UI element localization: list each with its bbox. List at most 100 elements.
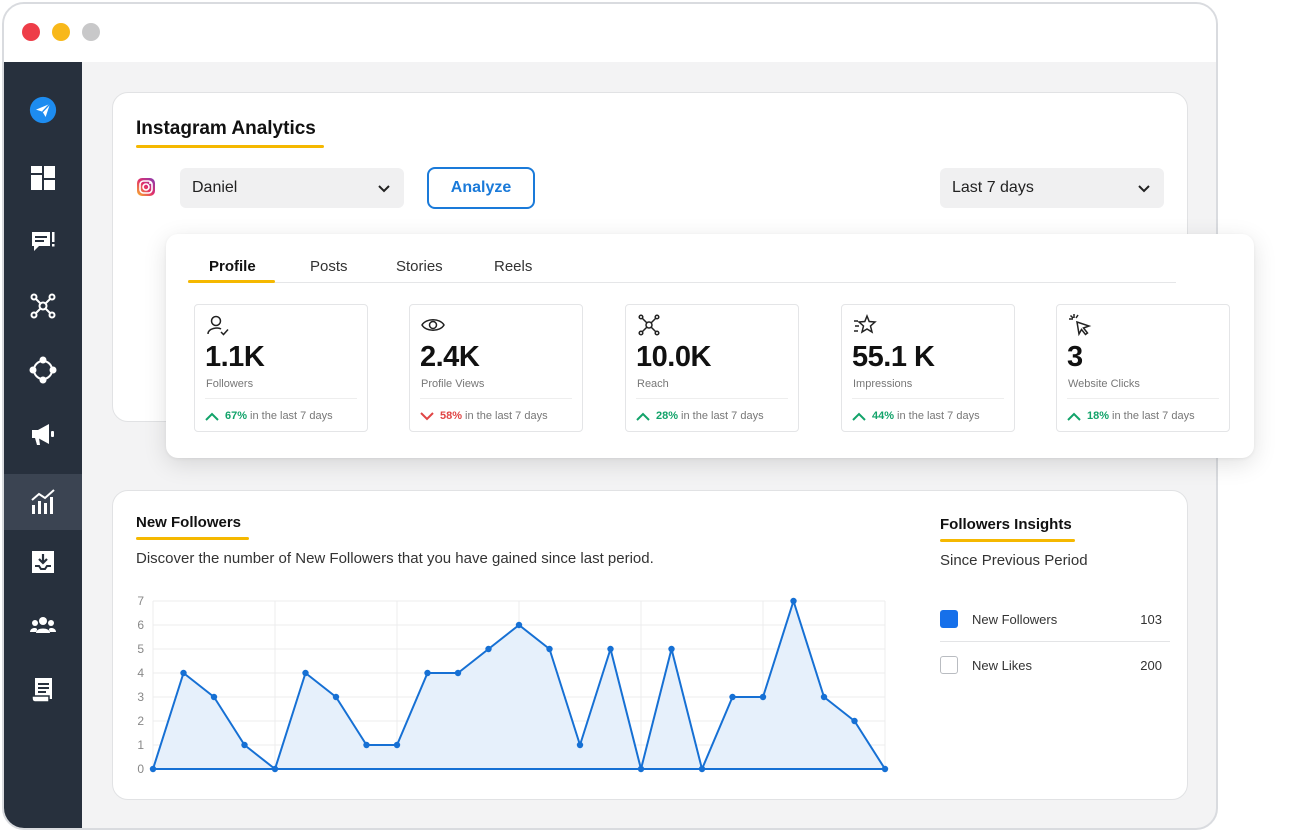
chevron-down-icon <box>1138 185 1150 193</box>
metrics-panel: Profile Posts Stories Reels 1.1K Followe… <box>166 234 1254 458</box>
data-point <box>576 741 584 749</box>
metric-divider <box>1067 398 1219 399</box>
data-point <box>820 693 828 701</box>
legend-item-new-likes[interactable]: New Likes 200 <box>940 653 1170 677</box>
data-point <box>607 645 614 653</box>
sidebar-item-team[interactable] <box>4 598 82 654</box>
metric-label: Website Clicks <box>1068 378 1140 390</box>
legend-item-new-followers[interactable]: New Followers 103 <box>940 607 1170 631</box>
legend-checkbox-checked[interactable] <box>940 610 958 628</box>
megaphone-icon <box>32 424 54 445</box>
data-point <box>241 741 248 749</box>
metric-value: 3 <box>1067 341 1083 373</box>
data-point <box>424 669 431 677</box>
data-point <box>851 717 858 725</box>
sidebar-item-analytics[interactable] <box>4 474 82 530</box>
dashboard-grid-icon <box>31 166 55 190</box>
y-tick-label: 4 <box>137 666 144 680</box>
tab-posts[interactable]: Posts <box>310 258 348 275</box>
metric-card-followers[interactable]: 1.1K Followers 67% in the last 7 days <box>194 304 368 432</box>
data-point <box>393 741 401 749</box>
data-point <box>637 765 645 773</box>
metric-card-profile-views[interactable]: 2.4K Profile Views 58% in the last 7 day… <box>409 304 583 432</box>
minimize-window-button[interactable] <box>52 23 70 41</box>
metric-label: Profile Views <box>421 378 485 390</box>
metric-divider <box>420 398 572 399</box>
sidebar-item-home[interactable] <box>4 82 82 138</box>
metric-divider <box>636 398 788 399</box>
legend-value: 200 <box>1140 657 1162 673</box>
user-check-icon <box>207 315 229 336</box>
maximize-window-button[interactable] <box>82 23 100 41</box>
report-document-icon <box>31 678 52 703</box>
metric-label: Impressions <box>853 378 913 390</box>
sidebar-item-campaigns[interactable] <box>4 406 82 462</box>
data-point <box>881 765 889 773</box>
legend-divider <box>940 641 1170 642</box>
sidebar-item-network[interactable] <box>4 278 82 334</box>
sidebar <box>4 62 82 828</box>
metric-divider <box>852 398 1004 399</box>
tab-stories[interactable]: Stories <box>396 258 443 275</box>
data-point <box>454 669 462 677</box>
insights-subtitle: Since Previous Period <box>940 552 1088 569</box>
metric-change-period: in the last 7 days <box>681 410 764 422</box>
workflow-nodes-icon <box>29 356 57 384</box>
close-window-button[interactable] <box>22 23 40 41</box>
metric-change: 28% in the last 7 days <box>636 410 764 422</box>
y-tick-label: 0 <box>137 762 144 776</box>
metric-card-impressions[interactable]: 55.1 K Impressions 44% in the last 7 day… <box>841 304 1015 432</box>
analytics-chart-icon <box>31 489 55 514</box>
sidebar-item-downloads[interactable] <box>4 534 82 590</box>
new-followers-underline <box>136 537 249 540</box>
chat-message-icon <box>32 232 55 251</box>
sidebar-item-dashboard[interactable] <box>4 150 82 206</box>
metric-value: 1.1K <box>205 341 265 373</box>
account-select[interactable]: Daniel <box>180 168 404 208</box>
reach-nodes-icon <box>638 314 660 336</box>
metric-change-percent: 28% <box>656 410 679 422</box>
data-point <box>180 669 187 677</box>
data-point <box>149 765 157 773</box>
metric-change-period: in the last 7 days <box>250 410 333 422</box>
cursor-click-icon <box>1069 314 1092 337</box>
sidebar-item-messages[interactable] <box>4 214 82 270</box>
metric-change-period: in the last 7 days <box>465 410 548 422</box>
sidebar-item-workflow[interactable] <box>4 342 82 398</box>
star-sparkle-icon <box>854 313 877 334</box>
analyze-button[interactable]: Analyze <box>427 167 535 209</box>
data-point <box>271 765 279 773</box>
sidebar-item-reports[interactable] <box>4 662 82 718</box>
data-point <box>759 693 767 701</box>
data-point <box>729 693 736 701</box>
legend-value: 103 <box>1140 611 1162 627</box>
trend-up-icon <box>852 412 866 421</box>
tab-profile[interactable]: Profile <box>209 258 256 275</box>
new-followers-title: New Followers <box>136 514 242 531</box>
new-followers-description: Discover the number of New Followers tha… <box>136 550 654 567</box>
metric-divider <box>205 398 357 399</box>
instagram-icon <box>137 178 155 196</box>
team-users-icon <box>30 617 56 633</box>
metric-card-website-clicks[interactable]: 3 Website Clicks 18% in the last 7 days <box>1056 304 1230 432</box>
metric-change-percent: 67% <box>225 410 248 422</box>
metric-value: 55.1 K <box>852 341 935 373</box>
tab-reels[interactable]: Reels <box>494 258 532 275</box>
period-select[interactable]: Last 7 days <box>940 168 1164 208</box>
data-point <box>363 741 370 749</box>
analytics-title: Instagram Analytics <box>136 118 316 139</box>
metric-change-period: in the last 7 days <box>1112 410 1195 422</box>
data-point <box>485 645 492 653</box>
tabs-divider <box>188 282 1176 283</box>
new-followers-chart: 0 1 2 3 4 5 6 7 <box>137 594 889 776</box>
trend-up-icon <box>205 412 219 421</box>
chevron-down-icon <box>378 185 390 193</box>
network-hub-icon <box>30 293 56 319</box>
legend-checkbox-unchecked[interactable] <box>940 656 958 674</box>
insights-underline <box>940 539 1075 542</box>
data-point <box>210 693 218 701</box>
period-select-value: Last 7 days <box>952 179 1034 196</box>
metric-card-reach[interactable]: 10.0K Reach 28% in the last 7 days <box>625 304 799 432</box>
data-point <box>698 765 706 773</box>
insights-title: Followers Insights <box>940 516 1072 533</box>
